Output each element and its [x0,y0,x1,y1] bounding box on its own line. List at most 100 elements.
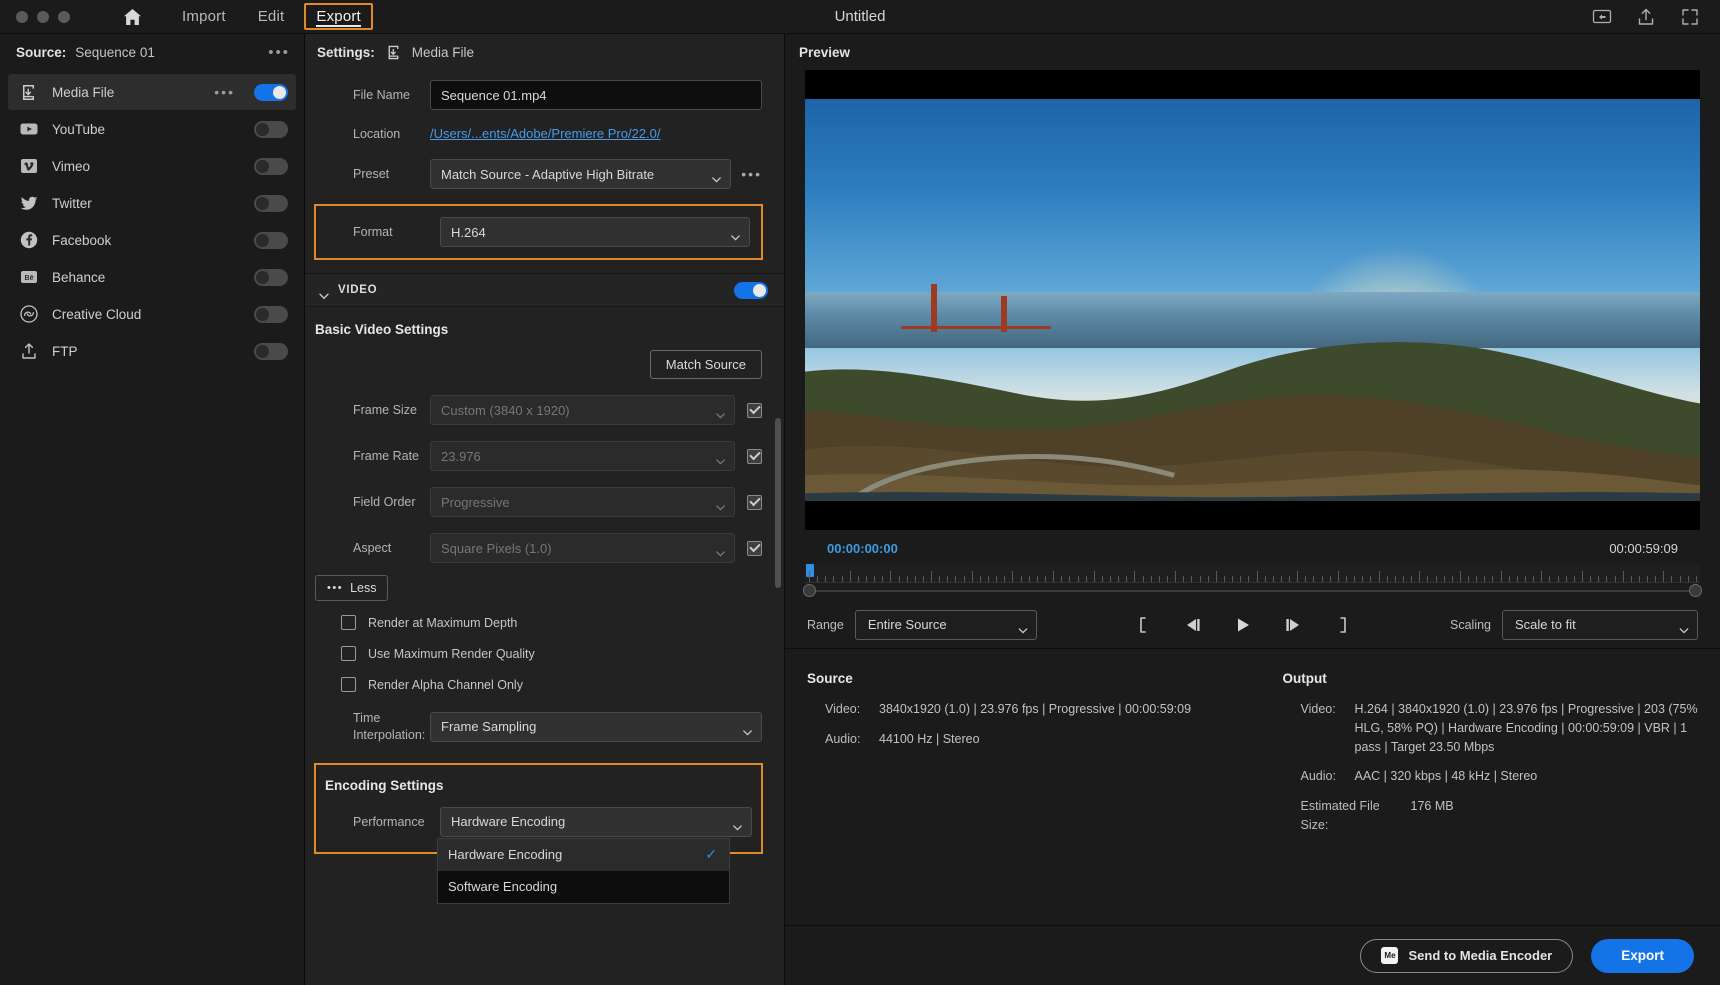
ruler-tick [1191,576,1192,582]
ruler-tick [1533,576,1534,582]
performance-dropdown-menu[interactable]: Hardware Encoding ✓ Software Encoding [437,838,730,904]
sidebar-item-twitter[interactable]: Twitter [8,185,296,221]
source-label: Source: [16,45,66,60]
in-point-icon[interactable] [1132,614,1154,636]
video-section-header[interactable]: VIDEO [305,273,784,307]
tab-export[interactable]: Export [304,3,373,30]
format-select[interactable]: H.264 [440,217,750,247]
frame-size-match-checkbox[interactable] [747,403,762,418]
export-button[interactable]: Export [1591,939,1694,973]
home-icon[interactable] [118,3,146,31]
youtube-toggle[interactable] [254,121,288,138]
field-order-match-checkbox[interactable] [747,495,762,510]
twitter-toggle[interactable] [254,195,288,212]
ftp-toggle[interactable] [254,343,288,360]
media-file-toggle[interactable] [254,84,288,101]
window-controls[interactable] [0,11,70,23]
play-icon[interactable] [1232,614,1254,636]
field-order-select[interactable]: Progressive [430,487,735,517]
sidebar-item-behance[interactable]: Bē Behance [8,259,296,295]
ruler-tick [882,576,883,582]
sidebar-item-vimeo[interactable]: Vimeo [8,148,296,184]
screen-share-icon[interactable] [1592,7,1612,27]
video-section-toggle[interactable] [734,282,768,299]
ruler-tick [1574,576,1575,582]
max-render-quality-row[interactable]: Use Maximum Render Quality [305,646,784,661]
aspect-match-checkbox[interactable] [747,541,762,556]
source-more-options-button[interactable]: ••• [268,44,290,61]
out-point-icon[interactable] [1332,614,1354,636]
preset-more-options-button[interactable]: ••• [741,166,762,182]
step-back-icon[interactable] [1182,614,1204,636]
video-preview[interactable] [805,70,1700,530]
minimize-window-button[interactable] [37,11,49,23]
step-forward-icon[interactable] [1282,614,1304,636]
sidebar-item-creative-cloud[interactable]: Creative Cloud [8,296,296,332]
title-bar-actions[interactable] [1592,7,1720,27]
scaling-select[interactable]: Scale to fit [1502,610,1698,640]
less-toggle-button[interactable]: ••• Less [315,575,388,601]
location-row: Location /Users/...ents/Adobe/Premiere P… [305,126,784,141]
sidebar-item-ftp[interactable]: FTP [8,333,296,369]
sidebar-item-facebook[interactable]: Facebook [8,222,296,258]
aspect-select[interactable]: Square Pixels (1.0) [430,533,735,563]
ruler-tick [1509,576,1510,582]
render-max-depth-checkbox[interactable] [341,615,356,630]
range-start-handle[interactable] [803,584,816,597]
media-file-more-options-button[interactable]: ••• [214,84,235,100]
close-window-button[interactable] [16,11,28,23]
render-max-depth-row[interactable]: Render at Maximum Depth [305,615,784,630]
ruler-tick [1126,576,1127,582]
main-nav-tabs[interactable]: Import Edit Export [170,3,373,30]
frame-size-select[interactable]: Custom (3840 x 1920) [430,395,735,425]
send-to-media-encoder-label: Send to Media Encoder [1408,948,1552,963]
ruler-tick [1525,576,1526,582]
scaling-value: Scale to fit [1515,617,1576,632]
file-name-input[interactable]: Sequence 01.mp4 [430,80,762,110]
performance-select[interactable]: Hardware Encoding [440,807,752,837]
match-source-button[interactable]: Match Source [650,350,762,379]
basic-video-settings-title: Basic Video Settings [305,307,784,350]
location-link[interactable]: /Users/...ents/Adobe/Premiere Pro/22.0/ [430,126,661,141]
render-alpha-only-checkbox[interactable] [341,677,356,692]
settings-scroll-area[interactable]: File Name Sequence 01.mp4 Location /User… [305,70,784,985]
behance-toggle[interactable] [254,269,288,286]
dropdown-option-hardware-encoding[interactable]: Hardware Encoding ✓ [438,839,729,871]
tab-edit[interactable]: Edit [246,3,297,30]
time-interpolation-select[interactable]: Frame Sampling [430,712,762,742]
dropdown-option-software-encoding[interactable]: Software Encoding [438,871,729,903]
render-alpha-only-row[interactable]: Render Alpha Channel Only [305,677,784,692]
timeline-ruler-wrap[interactable] [785,556,1720,583]
frame-rate-select[interactable]: 23.976 [430,441,735,471]
encoding-settings-section: Encoding Settings Performance Hardware E… [315,764,762,853]
frame-rate-match-checkbox[interactable] [747,449,762,464]
settings-scrollbar-thumb[interactable] [775,418,781,588]
frame-size-label: Frame Size [305,403,430,417]
fullscreen-icon[interactable] [1680,7,1700,27]
preset-select[interactable]: Match Source - Adaptive High Bitrate [430,159,731,189]
facebook-toggle[interactable] [254,232,288,249]
playhead[interactable] [806,564,814,577]
share-icon[interactable] [1636,7,1656,27]
sidebar-item-media-file[interactable]: Media File ••• [8,74,296,110]
ruler-tick [1102,576,1103,582]
creative-cloud-toggle[interactable] [254,306,288,323]
range-end-handle[interactable] [1689,584,1702,597]
range-select[interactable]: Entire Source [855,610,1037,640]
ruler-tick [1175,571,1176,582]
timeline-ruler[interactable] [805,564,1700,583]
tab-import[interactable]: Import [170,3,238,30]
format-label: Format [315,225,440,239]
settings-scrollbar[interactable] [775,78,781,977]
timeline-track-row[interactable] [785,583,1720,601]
hills-layer [805,252,1700,501]
sidebar-item-label: Facebook [52,233,241,248]
chevron-down-icon [716,499,725,505]
send-to-media-encoder-button[interactable]: Me Send to Media Encoder [1360,939,1573,973]
transport-controls[interactable] [1132,614,1354,636]
maximize-window-button[interactable] [58,11,70,23]
max-render-quality-checkbox[interactable] [341,646,356,661]
sidebar-item-youtube[interactable]: YouTube [8,111,296,147]
vimeo-toggle[interactable] [254,158,288,175]
facebook-icon [18,230,39,251]
